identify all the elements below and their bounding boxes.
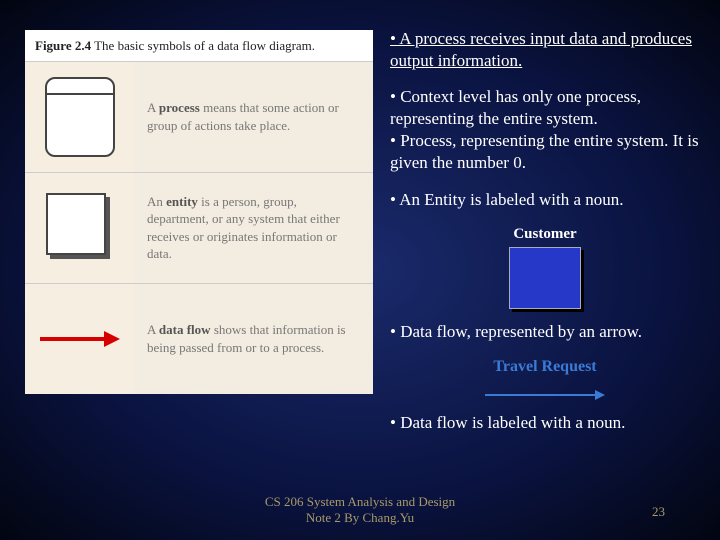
term-dataflow: data flow bbox=[159, 322, 211, 337]
figure-row-dataflow: A data flow shows that information is be… bbox=[25, 283, 373, 394]
footer-line1: CS 206 System Analysis and Design bbox=[265, 494, 455, 510]
bullet-6: • Data flow is labeled with a noun. bbox=[390, 412, 700, 434]
dataflow-symbol-cell bbox=[25, 284, 135, 394]
entity-desc: An entity is a person, group, department… bbox=[135, 173, 373, 283]
travel-arrow-icon bbox=[485, 390, 605, 400]
figure-row-entity: An entity is a person, group, department… bbox=[25, 172, 373, 283]
dataflow-arrow-icon bbox=[40, 329, 120, 349]
travel-block: Travel Request bbox=[390, 357, 700, 402]
term-process: process bbox=[159, 100, 200, 115]
customer-label: Customer bbox=[390, 225, 700, 245]
entity-icon bbox=[46, 193, 114, 263]
bullet-1: • A process receives input data and prod… bbox=[390, 28, 700, 72]
figure-caption-text: The basic symbols of a data flow diagram… bbox=[94, 38, 315, 53]
footer: CS 206 System Analysis and Design Note 2… bbox=[0, 494, 720, 527]
figure-row-process: A process means that some action or grou… bbox=[25, 61, 373, 172]
bullet-2: • Context level has only one process, re… bbox=[390, 86, 700, 130]
process-icon bbox=[45, 77, 115, 157]
footer-line2: Note 2 By Chang.Yu bbox=[265, 510, 455, 526]
bullet-3: • Process, representing the entire syste… bbox=[390, 130, 700, 174]
bullet-group-2: • Context level has only one process, re… bbox=[390, 86, 700, 174]
bullet-5: • Data flow, represented by an arrow. bbox=[390, 321, 700, 343]
dataflow-desc: A data flow shows that information is be… bbox=[135, 284, 373, 394]
process-desc: A process means that some action or grou… bbox=[135, 62, 373, 172]
process-symbol-cell bbox=[25, 62, 135, 172]
travel-label: Travel Request bbox=[390, 357, 700, 378]
figure-number: Figure 2.4 bbox=[35, 38, 91, 53]
customer-entity-icon bbox=[509, 247, 581, 309]
figure-block: Figure 2.4 The basic symbols of a data f… bbox=[25, 30, 373, 394]
customer-block: Customer bbox=[390, 225, 700, 310]
slide: Figure 2.4 The basic symbols of a data f… bbox=[0, 0, 720, 540]
bullet-4: • An Entity is labeled with a noun. bbox=[390, 189, 700, 211]
term-entity: entity bbox=[166, 194, 198, 209]
figure-caption: Figure 2.4 The basic symbols of a data f… bbox=[25, 30, 373, 61]
page-number: 23 bbox=[652, 504, 665, 520]
bullet-list: • A process receives input data and prod… bbox=[390, 28, 700, 448]
footer-note: CS 206 System Analysis and Design Note 2… bbox=[265, 494, 455, 527]
entity-symbol-cell bbox=[25, 173, 135, 283]
